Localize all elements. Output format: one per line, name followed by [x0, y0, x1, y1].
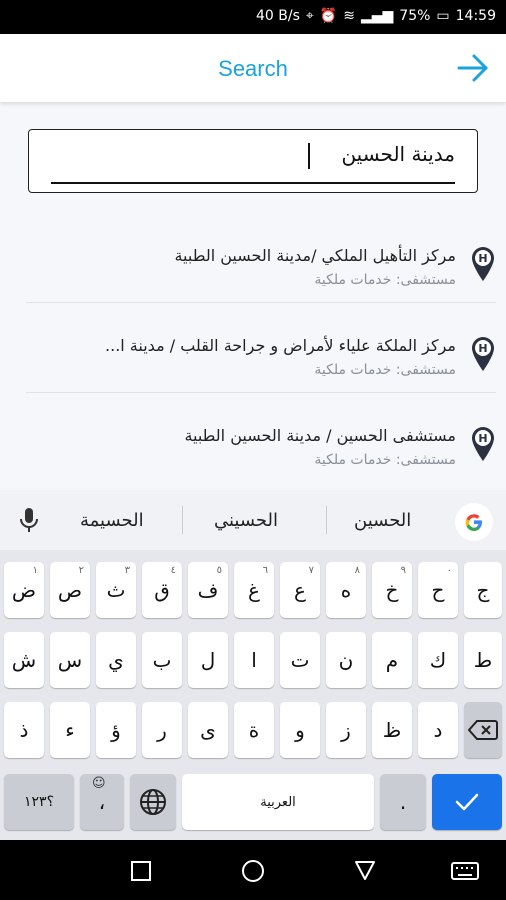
- signal-icon: ▂▄▆: [360, 8, 394, 24]
- hospital-pin-icon: H: [472, 247, 494, 281]
- key-ba[interactable]: ب: [142, 632, 182, 688]
- suggestion-bar: الحسين الحسيني الحسيمة: [0, 490, 506, 550]
- hospital-pin-icon: H: [472, 427, 494, 461]
- home-circle-icon[interactable]: [240, 858, 266, 884]
- alarm-icon: ⏰: [319, 8, 338, 24]
- result-subtitle: مستشفى: خدمات ملكية: [314, 272, 456, 288]
- backspace-key[interactable]: [464, 702, 502, 758]
- svg-text:H: H: [478, 252, 487, 265]
- suggestion-1[interactable]: الحسين: [354, 510, 411, 531]
- result-subtitle: مستشفى: خدمات ملكية: [314, 452, 456, 468]
- key-ta[interactable]: ت: [280, 632, 320, 688]
- key-waw[interactable]: و: [280, 702, 320, 758]
- key-zay[interactable]: ز: [326, 702, 366, 758]
- suggestion-3[interactable]: الحسيمة: [80, 510, 144, 531]
- key-dad[interactable]: ض١: [4, 562, 44, 618]
- key-kha[interactable]: خ٩: [372, 562, 412, 618]
- key-ha[interactable]: ه٨: [326, 562, 366, 618]
- key-kaf[interactable]: ك: [418, 632, 458, 688]
- language-key[interactable]: [130, 774, 176, 830]
- space-key[interactable]: العربية: [182, 774, 374, 830]
- key-ain[interactable]: ع٧: [280, 562, 320, 618]
- result-subtitle: مستشفى: خدمات ملكية: [314, 362, 456, 378]
- search-input[interactable]: مدينة الحسين: [28, 129, 478, 193]
- enter-key[interactable]: [432, 774, 502, 830]
- keyboard: الحسين الحسيني الحسيمة ض١ ص٢ ث٣ ق٤ ف٥ غ٦…: [0, 490, 506, 840]
- page-title: Search: [218, 56, 288, 81]
- key-dal[interactable]: د: [418, 702, 458, 758]
- divider: [182, 506, 183, 534]
- wifi-icon: ≋: [343, 8, 355, 24]
- result-title: مركز الملكة علياء لأمراض و جراحة القلب /…: [105, 336, 456, 355]
- backspace-icon: [468, 720, 498, 740]
- result-title: مركز التأهيل الملكي /مدينة الحسين الطبية: [174, 246, 456, 265]
- search-value: مدينة الحسين: [341, 142, 455, 166]
- key-alif[interactable]: ا: [234, 632, 274, 688]
- list-item[interactable]: مركز التأهيل الملكي /مدينة الحسين الطبية…: [26, 222, 496, 303]
- result-title: مستشفى الحسين / مدينة الحسين الطبية: [184, 426, 456, 445]
- checkmark-icon: [455, 793, 479, 811]
- svg-text:H: H: [478, 342, 487, 355]
- emoji-icon: ☺: [92, 776, 106, 791]
- google-g-icon[interactable]: [454, 502, 494, 542]
- hospital-pin-icon: H: [472, 337, 494, 371]
- key-hha[interactable]: ح٠: [418, 562, 458, 618]
- key-tta[interactable]: ط: [464, 632, 502, 688]
- microphone-icon[interactable]: [18, 506, 40, 534]
- location-icon: ⌖: [305, 8, 314, 24]
- input-underline: [51, 182, 455, 184]
- key-ya[interactable]: ي: [96, 632, 136, 688]
- arrow-right-icon[interactable]: [456, 52, 490, 84]
- key-hamza[interactable]: ء: [50, 702, 90, 758]
- key-nun[interactable]: ن: [326, 632, 366, 688]
- text-cursor: [308, 143, 310, 169]
- globe-icon: [140, 789, 166, 815]
- key-dha[interactable]: ظ: [372, 702, 412, 758]
- key-qaf[interactable]: ق٤: [142, 562, 182, 618]
- key-waw-hamza[interactable]: ؤ: [96, 702, 136, 758]
- key-mim[interactable]: م: [372, 632, 412, 688]
- navigation-bar: [0, 840, 506, 900]
- divider: [326, 506, 327, 534]
- key-dhal[interactable]: ذ: [4, 702, 44, 758]
- key-tha[interactable]: ث٣: [96, 562, 136, 618]
- svg-text:H: H: [478, 432, 487, 445]
- key-sin[interactable]: س: [50, 632, 90, 688]
- key-alif-maqsura[interactable]: ى: [188, 702, 228, 758]
- key-sad[interactable]: ص٢: [50, 562, 90, 618]
- list-item[interactable]: مستشفى الحسين / مدينة الحسين الطبية مستش…: [26, 402, 496, 482]
- key-fa[interactable]: ف٥: [188, 562, 228, 618]
- clock: 14:59: [455, 8, 496, 24]
- key-shin[interactable]: ش: [4, 632, 44, 688]
- battery-percent: 75%: [399, 8, 431, 24]
- symbols-key[interactable]: ؟١٢٣: [4, 774, 74, 830]
- key-ra[interactable]: ر: [142, 702, 182, 758]
- list-item[interactable]: مركز الملكة علياء لأمراض و جراحة القلب /…: [26, 312, 496, 393]
- suggestion-2[interactable]: الحسيني: [214, 510, 278, 531]
- period-key[interactable]: .: [380, 774, 426, 830]
- recent-triangle-icon[interactable]: [352, 858, 378, 884]
- net-speed: 40 B/s: [256, 8, 300, 24]
- status-bar: 40 B/s ⌖ ⏰ ≋ ▂▄▆ 75% ▭ 14:59: [0, 0, 506, 34]
- key-ta-marbuta[interactable]: ة: [234, 702, 274, 758]
- battery-icon: ▭: [436, 8, 450, 24]
- key-lam[interactable]: ل: [188, 632, 228, 688]
- key-ghain[interactable]: غ٦: [234, 562, 274, 618]
- keyboard-icon[interactable]: [450, 858, 480, 884]
- key-jim[interactable]: ج: [464, 562, 502, 618]
- back-square-icon[interactable]: [128, 858, 154, 884]
- app-bar: Search: [0, 34, 506, 102]
- comma-key[interactable]: ☺ ،: [80, 774, 124, 830]
